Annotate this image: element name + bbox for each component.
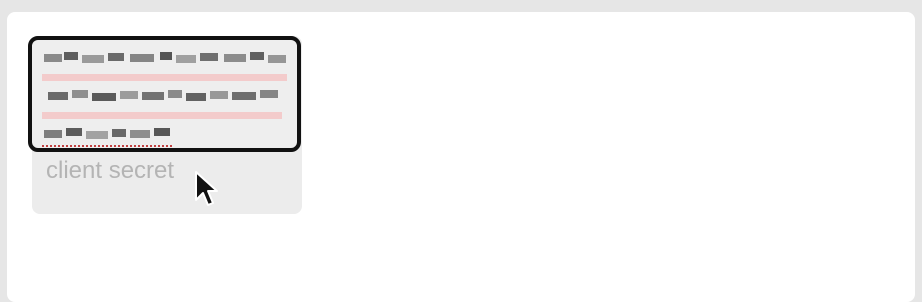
client-secret-input[interactable]: [28, 36, 301, 152]
spellcheck-underline: [42, 143, 172, 147]
pixel-block: [112, 129, 126, 137]
pixel-block: [260, 90, 278, 98]
pixel-block: [176, 55, 196, 63]
pixel-block: [160, 52, 172, 60]
pixel-block: [82, 55, 104, 63]
client-secret-placeholder: client secret: [46, 157, 175, 184]
pixel-block: [200, 53, 218, 61]
pixel-block: [72, 90, 88, 98]
pixel-block: [130, 130, 150, 138]
spellcheck-highlight: [42, 112, 282, 119]
pixel-block: [44, 130, 62, 138]
pixel-block: [232, 92, 256, 100]
pixel-block: [250, 52, 264, 60]
pixel-block: [154, 128, 170, 136]
pixel-block: [120, 91, 138, 99]
obscured-secret-text: [42, 48, 292, 148]
pixel-block: [64, 52, 78, 60]
spellcheck-highlight: [42, 74, 287, 81]
pixel-block: [86, 131, 108, 139]
pixel-block: [210, 91, 228, 99]
pixel-block: [130, 54, 154, 62]
arrow-cursor-icon: [195, 171, 218, 206]
pixel-block: [224, 54, 246, 62]
pixel-block: [92, 93, 116, 101]
pixel-block: [48, 92, 68, 100]
pixel-block: [268, 55, 286, 63]
pixel-block: [108, 53, 124, 61]
pixel-block: [186, 93, 206, 101]
pixel-block: [66, 128, 82, 136]
pixel-block: [168, 90, 182, 98]
pixel-block: [142, 92, 164, 100]
pixel-block: [44, 54, 62, 62]
